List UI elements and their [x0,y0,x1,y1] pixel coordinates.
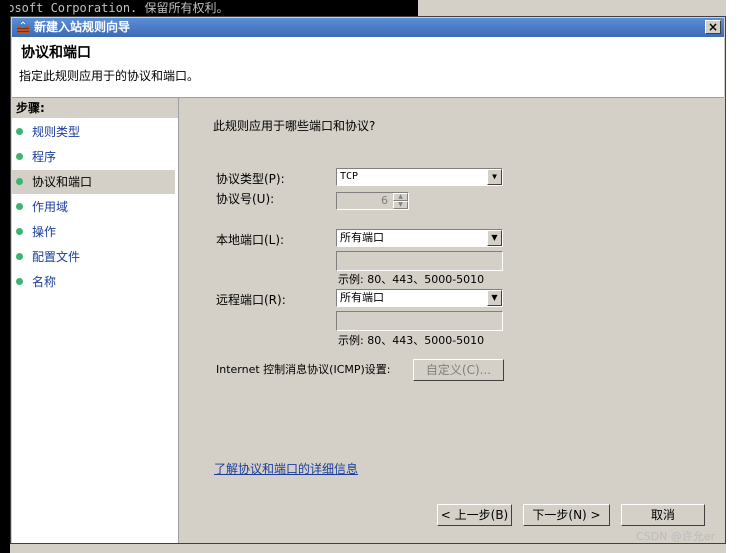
next-button[interactable]: 下一步(N) > [523,504,610,526]
step-label: 程序 [32,150,57,164]
background-window-right [726,0,745,553]
step-name[interactable]: 名称 [12,270,175,294]
local-port-label: 本地端口(L): [216,233,285,247]
remote-port-label: 远程端口(R): [216,293,286,307]
cancel-button[interactable]: 取消 [621,504,705,526]
remote-port-example: 示例: 80、443、5000-5010 [338,334,485,347]
chevron-down-icon[interactable]: ▼ [487,230,502,246]
step-bullet-icon [16,178,23,185]
step-label: 名称 [32,275,57,289]
background-window-bottom [10,544,726,553]
title-bar[interactable]: 新建入站规则向导 × [12,18,724,37]
step-label: 规则类型 [32,125,81,139]
new-inbound-rule-wizard-dialog: 新建入站规则向导 × 协议和端口 指定此规则应用于的协议和端口。 步骤: 规则类… [10,16,726,544]
remote-port-value: 所有端口 [340,291,384,304]
page-subtitle: 指定此规则应用于的协议和端口。 [19,69,200,83]
protocol-number-value: 6 [381,194,388,207]
chevron-down-icon[interactable]: ▼ [487,290,502,306]
step-scope[interactable]: 作用域 [12,195,175,219]
step-protocol-and-ports[interactable]: 协议和端口 [12,170,175,194]
wizard-header: 协议和端口 指定此规则应用于的协议和端口。 [12,37,724,98]
step-action[interactable]: 操作 [12,220,175,244]
learn-more-link[interactable]: 了解协议和端口的详细信息 [214,460,358,477]
step-bullet-icon [16,153,23,160]
icmp-settings-label: Internet 控制消息协议(ICMP)设置: [216,363,391,376]
local-port-select[interactable]: 所有端口 ▼ [336,229,503,247]
wizard-content: 此规则应用于哪些端口和协议? 协议类型(P): TCP ▼ 协议号(U): 6 … [181,98,725,543]
steps-title: 步骤: [12,98,178,118]
protocol-type-select[interactable]: TCP ▼ [336,168,503,186]
local-port-example: 示例: 80、443、5000-5010 [338,273,485,286]
close-icon: × [707,20,719,34]
chevron-down-icon[interactable]: ▼ [487,169,502,185]
back-button[interactable]: < 上一步(B) [437,504,512,526]
step-bullet-icon [16,278,23,285]
remote-port-field [336,311,503,331]
page-title: 协议和端口 [21,45,91,61]
customize-button[interactable]: 自定义(C)... [413,359,504,381]
step-bullet-icon [16,203,23,210]
local-port-value: 所有端口 [340,231,384,244]
step-label: 配置文件 [32,250,81,264]
protocol-number-stepper: 6 ▲ ▼ [336,192,409,210]
background-console [0,0,10,553]
step-bullet-icon [16,228,23,235]
step-profile[interactable]: 配置文件 [12,245,175,269]
local-port-field [336,251,503,271]
spin-up-icon: ▲ [393,193,408,201]
step-bullet-icon [16,128,23,135]
window-title: 新建入站规则向导 [34,20,131,34]
step-bullet-icon [16,253,23,260]
spin-down-icon: ▼ [393,201,408,209]
question-text: 此规则应用于哪些端口和协议? [213,119,376,133]
remote-port-select[interactable]: 所有端口 ▼ [336,289,503,307]
step-rule-type[interactable]: 规则类型 [12,120,175,144]
close-button[interactable]: × [705,20,721,34]
step-label: 操作 [32,225,57,239]
protocol-type-label: 协议类型(P): [216,172,285,186]
step-label: 协议和端口 [32,175,93,189]
step-program[interactable]: 程序 [12,145,175,169]
watermark: CSDN @许允er [636,530,716,543]
firewall-app-icon [17,20,29,33]
steps-panel: 步骤: 规则类型 程序 协议和端口 作用域 操作 配置文件 名称 [12,98,179,543]
protocol-type-value: TCP [340,171,359,182]
step-label: 作用域 [32,200,69,214]
protocol-number-label: 协议号(U): [216,192,275,206]
